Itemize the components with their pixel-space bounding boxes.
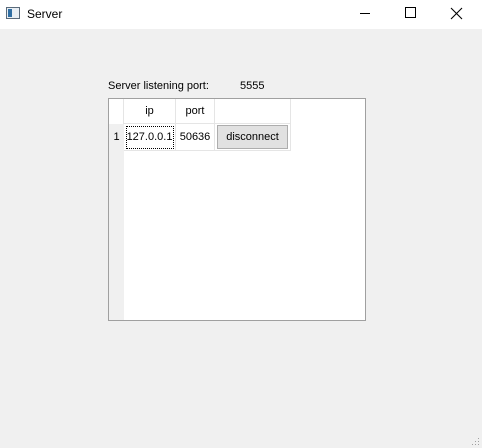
window-title: Server (27, 7, 63, 21)
disconnect-button[interactable]: disconnect (217, 125, 288, 149)
app-window-icon (6, 7, 20, 19)
column-header-port[interactable]: port (176, 99, 215, 124)
close-button[interactable] (436, 0, 482, 29)
column-header-ip[interactable]: ip (124, 99, 176, 124)
cell-port[interactable]: 50636 (176, 124, 215, 151)
minimize-button[interactable] (343, 0, 389, 29)
cell-ip[interactable]: 127.0.0.1 (124, 124, 176, 151)
resize-grip-icon[interactable] (470, 436, 480, 446)
close-icon (450, 7, 463, 20)
clients-table[interactable]: ip port 1 127.0.0.1 50636 disconnect (108, 98, 366, 321)
title-bar[interactable]: Server (0, 0, 482, 29)
cell-action: disconnect (215, 124, 291, 151)
maximize-button[interactable] (389, 0, 435, 29)
table-corner[interactable] (109, 99, 124, 124)
row-header-1[interactable]: 1 (109, 124, 124, 151)
column-header-action[interactable] (215, 99, 291, 124)
port-value: 5555 (240, 80, 265, 92)
row-header-column (109, 124, 124, 320)
port-label: Server listening port: (108, 80, 209, 92)
